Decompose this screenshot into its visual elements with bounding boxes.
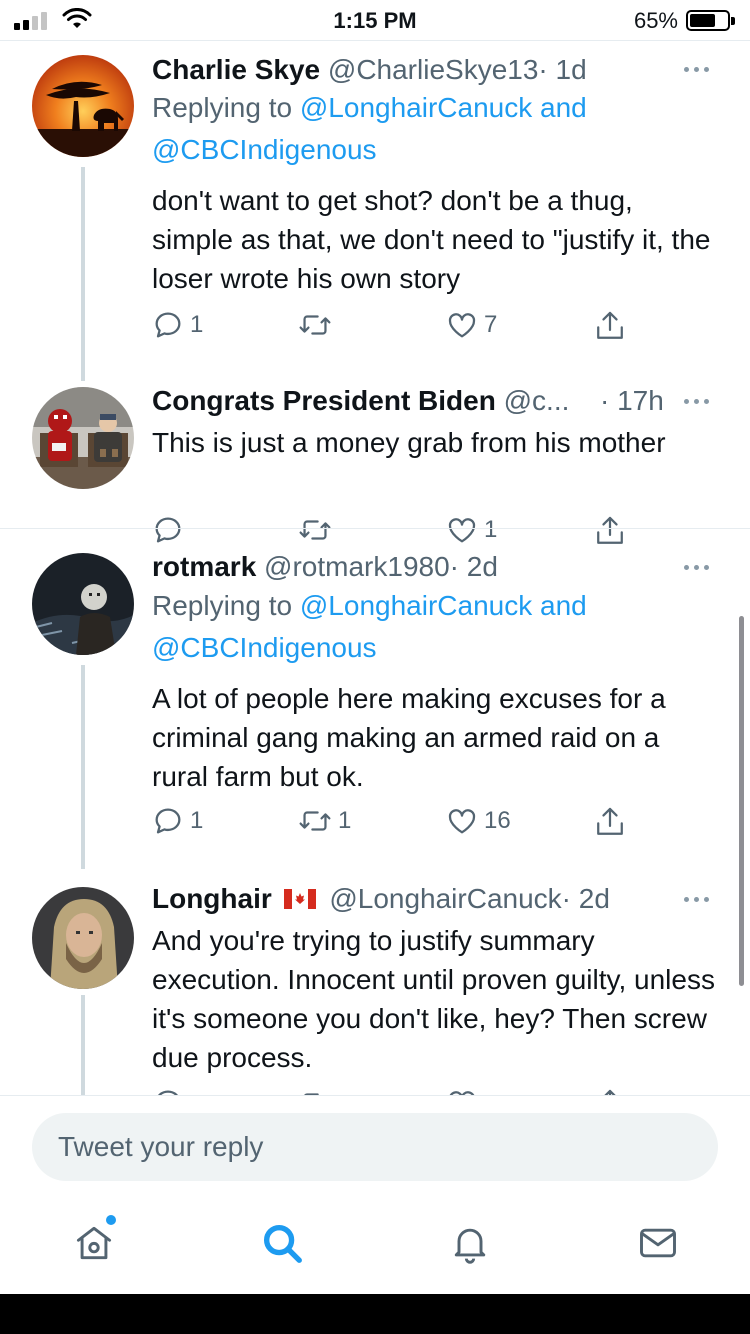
- replying-to: Replying to @LonghairCanuck and @CBCIndi…: [152, 87, 710, 171]
- tweet-time-container: · 17h: [600, 385, 670, 417]
- replying-to-link-2[interactable]: @CBCIndigenous: [152, 632, 377, 663]
- heart-icon: [448, 313, 476, 338]
- tweet-text: This is just a money grab from his mothe…: [152, 427, 666, 458]
- author-name[interactable]: rotmark: [152, 551, 256, 582]
- tweet-header: Longhair @LonghairCanuck· 2d: [152, 883, 690, 915]
- system-bottom-bar: [0, 1294, 750, 1334]
- author-handle[interactable]: @c...: [504, 385, 570, 416]
- tweet-text: don't want to get shot? don't be a thug,…: [152, 185, 711, 294]
- reply-icon: [158, 1090, 178, 1095]
- reply-composer: [0, 1095, 750, 1195]
- tab-search[interactable]: [258, 1219, 306, 1267]
- reply-button[interactable]: 1: [152, 309, 203, 341]
- author-name[interactable]: Charlie Skye: [152, 54, 320, 85]
- more-options-icon[interactable]: [684, 399, 714, 404]
- author-handle[interactable]: @CharlieSkye13: [328, 54, 539, 85]
- tweet-text: And you're trying to justify summary exe…: [152, 925, 715, 1073]
- like-button[interactable]: 16: [446, 805, 511, 837]
- retweet-icon: [299, 811, 331, 831]
- reply-icon: [155, 312, 181, 338]
- tweet-time: · 2d: [561, 883, 610, 914]
- tweet-time: · 2d: [449, 551, 498, 582]
- author-handle[interactable]: @rotmark1980: [264, 551, 450, 582]
- thread-connector: [81, 167, 85, 381]
- retweet-button[interactable]: [298, 1087, 332, 1095]
- tweet-header: Congrats President Biden @c...: [152, 385, 656, 417]
- avatar-sunset-tree[interactable]: [32, 55, 134, 157]
- notifications-icon: [454, 1228, 486, 1264]
- battery-icon: [686, 10, 735, 31]
- author-handle[interactable]: @LonghairCanuck: [329, 883, 561, 914]
- tweet-reply-input[interactable]: [32, 1113, 718, 1181]
- avatar-masked-figure[interactable]: [32, 553, 134, 655]
- retweet-icon: [299, 315, 331, 335]
- retweet-button[interactable]: [298, 309, 338, 341]
- home-notification-dot: [106, 1215, 116, 1225]
- replying-prefix: Replying to: [152, 92, 300, 123]
- tweet-charlie-skye[interactable]: Charlie Skye @CharlieSkye13· 1d Replying…: [0, 41, 750, 381]
- share-icon: [597, 807, 623, 835]
- author-name[interactable]: Longhair: [152, 883, 272, 914]
- retweet-button[interactable]: 1: [298, 805, 351, 837]
- more-options-icon[interactable]: [684, 565, 714, 570]
- bottom-tab-bar: [0, 1195, 750, 1294]
- replying-to: Replying to @LonghairCanuck and @CBCIndi…: [152, 585, 710, 669]
- home-icon: [76, 1226, 112, 1260]
- messages-icon: [640, 1228, 676, 1258]
- tweet-header: rotmark @rotmark1980· 2d: [152, 551, 690, 583]
- tweet-actions: 1 1 16: [150, 805, 650, 845]
- share-button[interactable]: [594, 805, 626, 839]
- share-icon: [604, 1089, 616, 1095]
- tweet-text: A lot of people here making excuses for …: [152, 683, 666, 792]
- tweet-longhair[interactable]: Longhair @LonghairCanuck· 2d And you're …: [0, 869, 750, 1095]
- tweet-thread[interactable]: Charlie Skye @CharlieSkye13· 1d Replying…: [0, 41, 750, 1095]
- retweet-icon: [304, 1093, 319, 1095]
- tweet-congrats-president-biden[interactable]: Congrats President Biden @c... · 17h Thi…: [0, 381, 750, 544]
- tab-home[interactable]: [70, 1219, 118, 1267]
- replying-to-link[interactable]: @LonghairCanuck and: [300, 92, 587, 123]
- share-button[interactable]: [594, 309, 626, 343]
- status-bar: 1:15 PM 65%: [0, 0, 750, 40]
- tweet-actions: [150, 1087, 650, 1095]
- like-button[interactable]: [446, 1087, 478, 1095]
- author-name[interactable]: Congrats President Biden: [152, 385, 496, 416]
- more-options-icon[interactable]: [684, 897, 714, 902]
- avatar-long-haired-man[interactable]: [32, 887, 134, 989]
- thread-connector: [81, 665, 85, 869]
- tab-messages[interactable]: [634, 1219, 682, 1267]
- search-icon: [263, 1224, 302, 1263]
- reply-button[interactable]: 1: [152, 805, 203, 837]
- share-icon: [597, 311, 623, 339]
- reply-button[interactable]: [152, 1087, 184, 1095]
- reply-icon: [155, 808, 181, 834]
- retweet-count: 1: [338, 807, 352, 834]
- like-button[interactable]: 7: [446, 309, 497, 341]
- tweet-rotmark[interactable]: rotmark @rotmark1980· 2d Replying to @Lo…: [0, 529, 750, 869]
- more-options-icon[interactable]: [684, 67, 714, 72]
- replying-to-link-2[interactable]: @CBCIndigenous: [152, 134, 377, 165]
- heart-icon: [449, 1091, 475, 1095]
- share-button[interactable]: [594, 1087, 626, 1095]
- reply-count: 1: [190, 807, 204, 834]
- scrollbar[interactable]: [739, 616, 744, 986]
- heart-icon: [448, 809, 476, 834]
- tweet-time: · 1d: [538, 54, 587, 85]
- thread-connector: [81, 995, 85, 1095]
- tweet-actions: 1 7: [150, 309, 650, 349]
- like-count: 16: [484, 807, 511, 834]
- like-count: 7: [484, 311, 498, 338]
- avatar-characters-on-chairs[interactable]: [32, 387, 134, 489]
- tab-notifications[interactable]: [446, 1219, 494, 1267]
- battery-percentage: 65%: [633, 8, 678, 33]
- replying-prefix: Replying to: [152, 590, 300, 621]
- reply-count: 1: [190, 311, 204, 338]
- replying-to-link[interactable]: @LonghairCanuck and: [300, 590, 587, 621]
- tweet-header: Charlie Skye @CharlieSkye13· 1d: [152, 54, 690, 86]
- tweet-time: · 17h: [600, 385, 664, 416]
- canada-flag-icon: [283, 889, 316, 909]
